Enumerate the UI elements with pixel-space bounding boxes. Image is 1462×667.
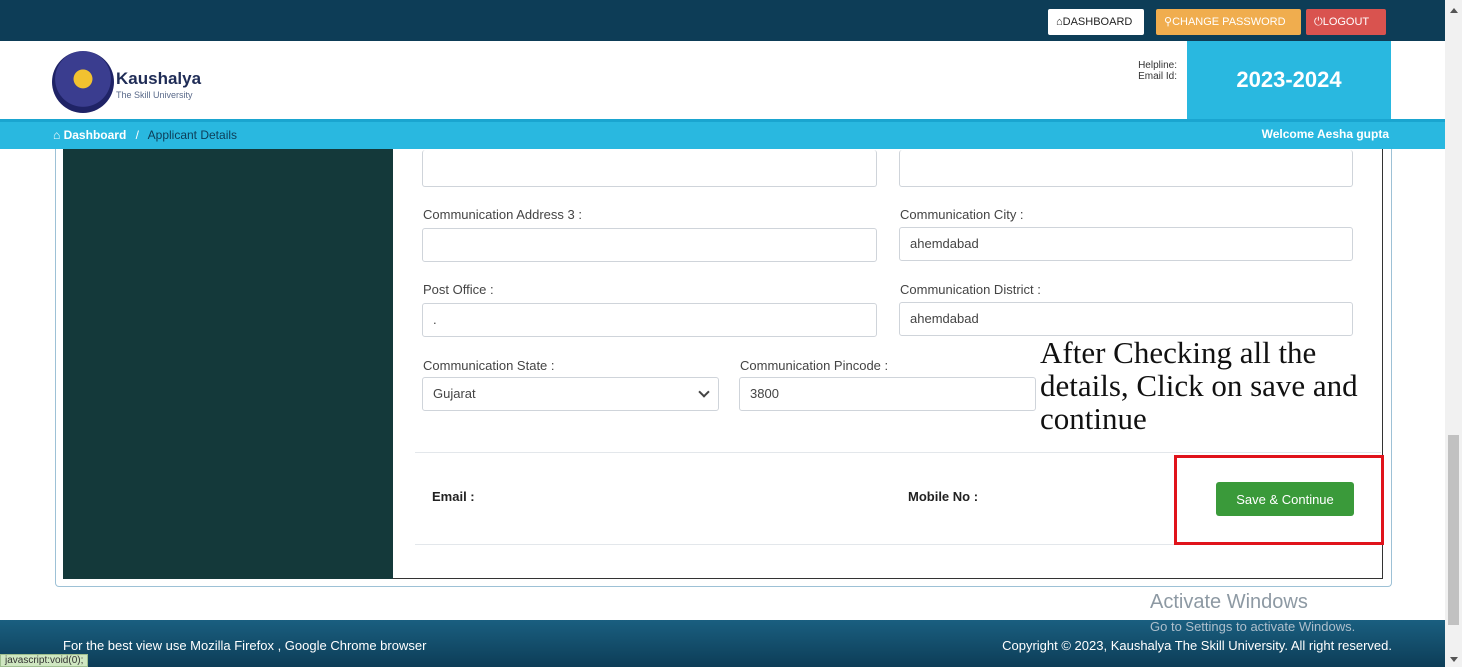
state-select-value: Gujarat <box>433 386 476 401</box>
post-office-input[interactable]: . <box>422 303 877 337</box>
power-icon: ⏻ <box>1314 16 1323 28</box>
helpline-info: Helpline: Email Id: <box>1115 60 1177 82</box>
communication-address-3-label: Communication Address 3 : <box>423 207 582 222</box>
welcome-text: Welcome Aesha gupta <box>1261 127 1389 141</box>
scrollbar-thumb[interactable] <box>1448 435 1459 625</box>
communication-district-label: Communication District : <box>900 282 1041 297</box>
communication-state-label: Communication State : <box>423 358 555 373</box>
breadcrumb-bar: ⌂ Dashboard / Applicant Details Welcome … <box>0 119 1445 149</box>
dashboard-button[interactable]: ⌂DASHBOARD <box>1048 9 1144 35</box>
communication-city-label: Communication City : <box>900 207 1024 222</box>
browser-recommendation: For the best view use Mozilla Firefox , … <box>63 638 427 653</box>
logout-button-label: LOGOUT <box>1322 16 1370 28</box>
email-id-label: Email Id: <box>1138 71 1177 82</box>
top-nav-bar: ⌂DASHBOARD ⚲CHANGE PASSWORD ⏻LOGOUT <box>0 0 1445 41</box>
breadcrumb-dashboard-link[interactable]: Dashboard <box>64 128 127 142</box>
scroll-down-icon[interactable] <box>1450 657 1458 662</box>
highlight-box <box>1174 455 1384 545</box>
email-label: Email : <box>432 489 475 504</box>
browser-status-bar: javascript:void(0); <box>0 654 89 667</box>
change-password-button-label: CHANGE PASSWORD <box>1172 16 1286 28</box>
breadcrumb-separator: / <box>135 128 139 142</box>
communication-pincode-input[interactable]: 3800 <box>739 377 1036 411</box>
breadcrumb: ⌂ Dashboard / Applicant Details <box>53 128 237 142</box>
logo-subtitle: The Skill University <box>116 90 193 100</box>
home-icon: ⌂ <box>53 128 61 142</box>
sidebar <box>63 149 393 579</box>
communication-state-select[interactable]: Gujarat <box>422 377 719 411</box>
communication-pincode-label: Communication Pincode : <box>740 358 889 373</box>
instruction-annotation: After Checking all the details, Click on… <box>1040 335 1358 436</box>
logout-button[interactable]: ⏻LOGOUT <box>1306 9 1386 35</box>
helpline-label: Helpline: <box>1138 60 1177 71</box>
academic-year: 2023-2024 <box>1187 41 1391 119</box>
change-password-button[interactable]: ⚲CHANGE PASSWORD <box>1156 9 1301 35</box>
copyright-text: Copyright © 2023, Kaushalya The Skill Un… <box>1002 638 1392 653</box>
scroll-up-icon[interactable] <box>1450 8 1458 13</box>
page-scrollbar[interactable] <box>1445 0 1462 667</box>
mobile-label: Mobile No : <box>908 489 979 504</box>
chevron-down-icon <box>698 386 710 398</box>
key-icon: ⚲ <box>1164 16 1173 28</box>
communication-address-2-input[interactable] <box>422 150 877 187</box>
activate-windows-title: Activate Windows <box>1150 591 1308 613</box>
site-header: Kaushalya The Skill University Helpline:… <box>0 41 1445 119</box>
home-icon: ⌂ <box>1056 16 1063 28</box>
breadcrumb-current: Applicant Details <box>147 128 238 142</box>
communication-district-input[interactable]: ahemdabad <box>899 302 1353 336</box>
logo-name: Kaushalya <box>116 69 202 88</box>
dashboard-button-label: DASHBOARD <box>1062 16 1133 28</box>
activate-windows-subtitle: Go to Settings to activate Windows. <box>1150 619 1356 634</box>
communication-address-3-input[interactable] <box>422 228 877 262</box>
communication-address-extra-input[interactable] <box>899 150 1353 187</box>
section-divider-top <box>415 452 1381 453</box>
post-office-label: Post Office : <box>423 282 494 297</box>
university-logo[interactable] <box>52 51 114 113</box>
communication-city-input[interactable]: ahemdabad <box>899 227 1353 261</box>
